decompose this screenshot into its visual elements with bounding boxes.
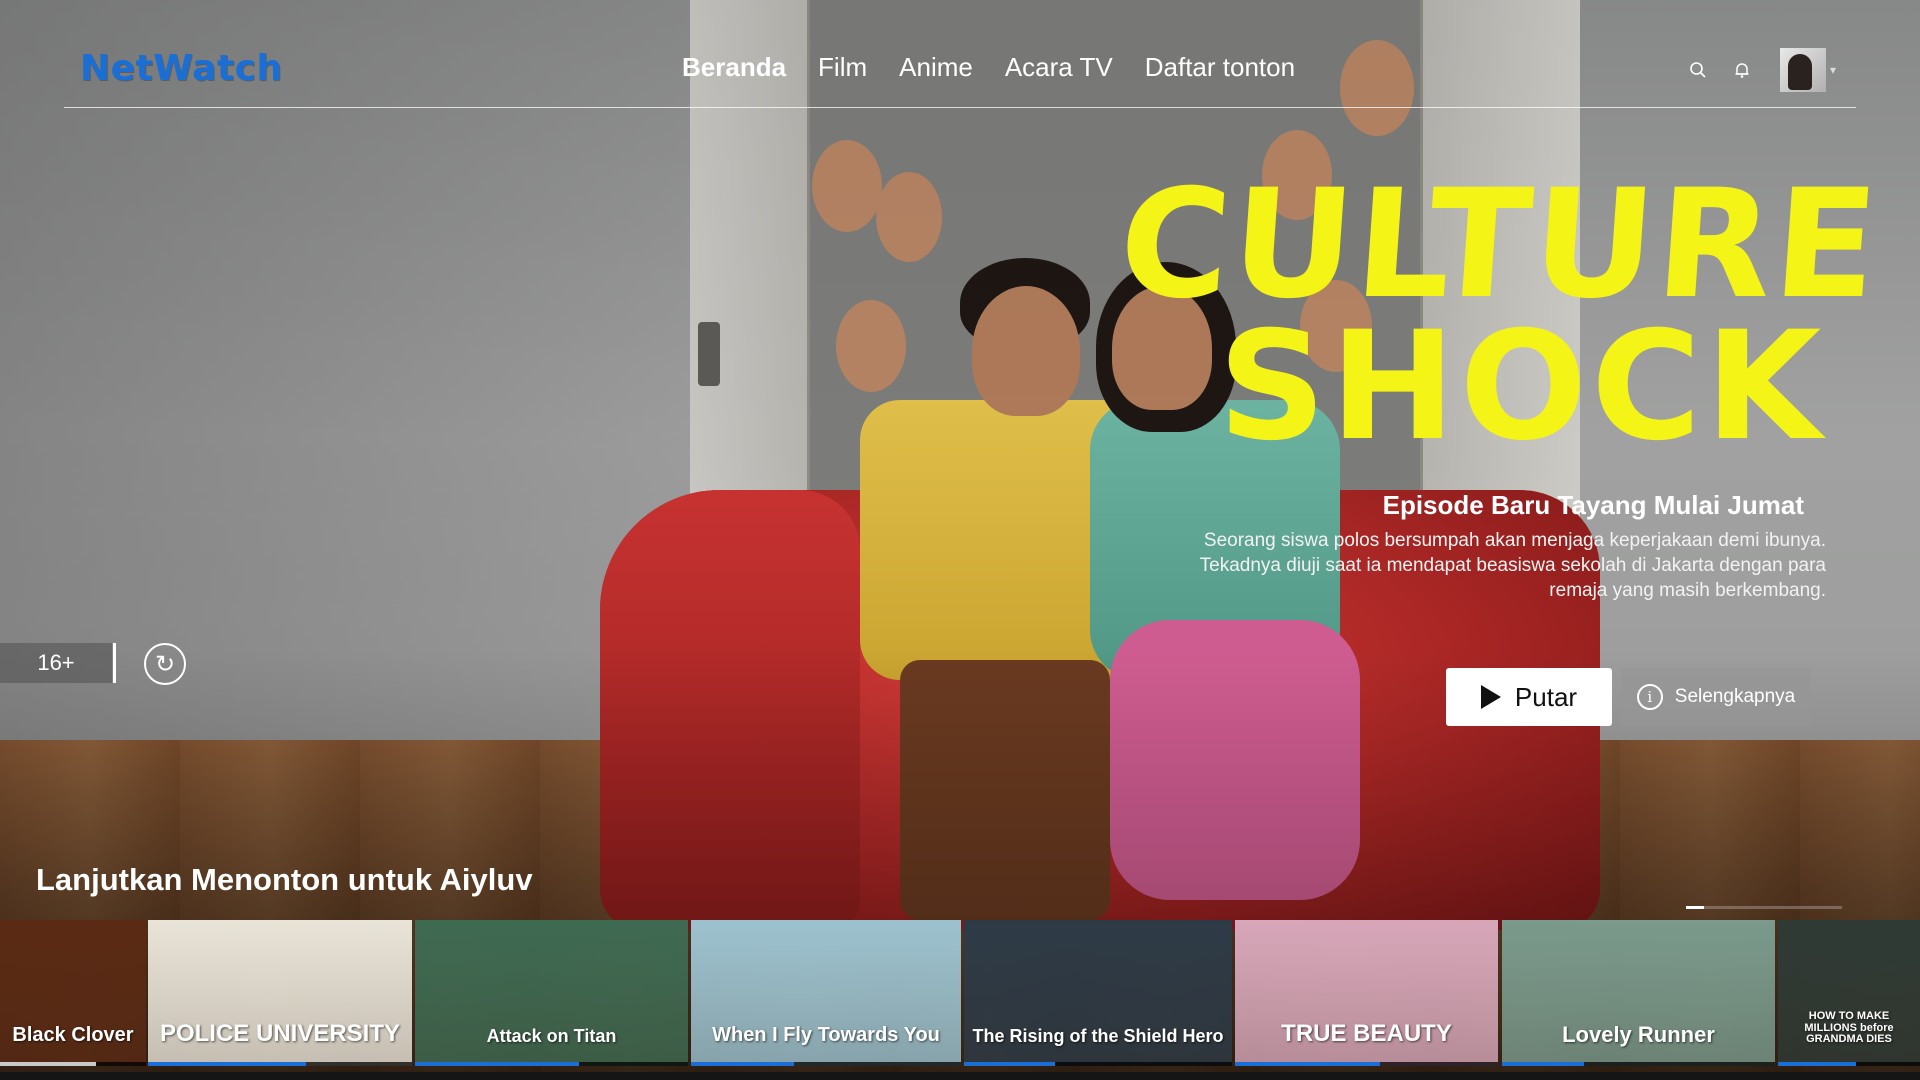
title-line-1: CULTURE xyxy=(1113,158,1885,332)
rating-divider xyxy=(113,643,116,683)
title-card[interactable]: POLICE UNIVERSITY xyxy=(148,920,412,1066)
title-card[interactable]: Black Clover xyxy=(0,920,146,1066)
row-title: Lanjutkan Menonton untuk Aiyluv xyxy=(36,862,533,897)
progress-fill xyxy=(1502,1062,1584,1066)
nav-anime[interactable]: Anime xyxy=(899,52,973,83)
progress-bar xyxy=(148,1062,412,1066)
avatar-photo xyxy=(1787,54,1812,90)
card-title: TRUE BEAUTY xyxy=(1281,1019,1452,1047)
card-title: When I Fly Towards You xyxy=(712,1024,940,1046)
nav-beranda[interactable]: Beranda xyxy=(682,52,786,83)
search-icon[interactable] xyxy=(1686,58,1710,82)
header-actions: ▾ xyxy=(1666,48,1836,92)
progress-bar xyxy=(1235,1062,1498,1066)
card-title: HOW TO MAKE MILLIONS before GRANDMA DIES xyxy=(1804,1010,1894,1046)
title-card[interactable]: The Rising of the Shield Hero xyxy=(964,920,1232,1066)
progress-fill xyxy=(691,1062,794,1066)
info-icon: i xyxy=(1636,684,1663,710)
more-info-button[interactable]: i Selengkapnya xyxy=(1622,668,1810,726)
bottom-strip xyxy=(0,1072,1920,1080)
replay-icon[interactable]: ↻ xyxy=(144,643,186,685)
progress-bar xyxy=(0,1062,146,1066)
episode-label: Episode Baru Tayang Mulai Jumat xyxy=(1382,490,1804,520)
title-line-2: SHOCK xyxy=(1218,300,1826,474)
progress-fill xyxy=(1235,1062,1380,1066)
card-title: Lovely Runner xyxy=(1562,1021,1715,1047)
nav-film[interactable]: Film xyxy=(818,52,867,83)
nav-daftar-tonton[interactable]: Daftar tonton xyxy=(1145,52,1295,83)
main-nav: Beranda Film Anime Acara TV Daftar tonto… xyxy=(682,52,1327,83)
row-pager-current xyxy=(1686,906,1704,909)
continue-watching-row: Black Clover POLICE UNIVERSITY Attack on… xyxy=(0,920,1920,1080)
play-button[interactable]: Putar xyxy=(1446,668,1612,726)
maturity-rating-badge: 16+ xyxy=(0,643,112,683)
card-title: Black Clover xyxy=(12,1024,134,1046)
title-card[interactable]: HOW TO MAKE MILLIONS before GRANDMA DIES xyxy=(1778,920,1920,1066)
progress-bar xyxy=(964,1062,1232,1066)
play-button-label: Putar xyxy=(1514,681,1578,712)
card-title: Attack on Titan xyxy=(486,1026,617,1047)
avatar[interactable] xyxy=(1779,48,1826,92)
row-pager xyxy=(1686,906,1842,909)
progress-bar xyxy=(691,1062,961,1066)
progress-bar xyxy=(1502,1062,1775,1066)
title-card[interactable]: TRUE BEAUTY xyxy=(1235,920,1498,1066)
bell-icon[interactable] xyxy=(1730,58,1754,82)
card-title: The Rising of the Shield Hero xyxy=(972,1026,1224,1047)
progress-fill xyxy=(415,1062,579,1066)
nav-acara-tv[interactable]: Acara TV xyxy=(1005,52,1113,83)
top-navbar: NetWatch Beranda Film Anime Acara TV Daf… xyxy=(64,36,1856,108)
show-title-art: CULTURE SHOCK xyxy=(1114,158,1885,474)
more-info-label: Selengkapnya xyxy=(1674,686,1796,707)
progress-bar xyxy=(415,1062,688,1066)
progress-fill xyxy=(964,1062,1056,1066)
title-card[interactable]: Lovely Runner xyxy=(1502,920,1775,1066)
netwatch-logo[interactable]: NetWatch xyxy=(80,48,283,89)
title-card[interactable]: When I Fly Towards You xyxy=(691,920,961,1066)
progress-fill xyxy=(0,1062,97,1066)
progress-fill xyxy=(148,1062,307,1066)
progress-fill xyxy=(1778,1062,1857,1066)
progress-bar xyxy=(1778,1062,1920,1066)
synopsis: Seorang siswa polos bersumpah akan menja… xyxy=(1199,530,1826,601)
caret-down-icon[interactable]: ▾ xyxy=(1830,63,1836,77)
card-title: POLICE UNIVERSITY xyxy=(159,1019,401,1047)
title-card[interactable]: Attack on Titan xyxy=(415,920,688,1066)
play-icon xyxy=(1480,685,1501,709)
